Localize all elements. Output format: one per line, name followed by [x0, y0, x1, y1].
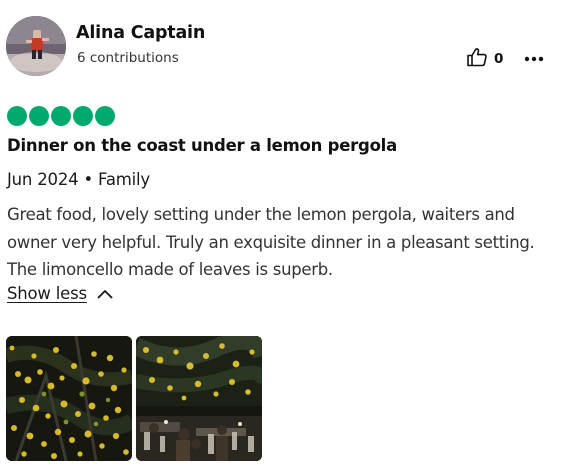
more-options-button[interactable] [523, 47, 545, 65]
thumbs-up-icon [466, 47, 488, 71]
rating-bubble-filled [95, 106, 115, 126]
more-options-icon [524, 47, 544, 66]
review-photo-lemon-pergola[interactable] [6, 336, 132, 461]
review-title: Dinner on the coast under a lemon pergol… [7, 136, 397, 155]
show-less-button[interactable]: Show less [7, 284, 113, 303]
avatar[interactable] [6, 16, 66, 76]
rating-bubbles [7, 106, 115, 126]
helpful-vote-button[interactable]: 0 [466, 47, 503, 71]
review-card: Alina Captain 6 contributions 0 Dinner o… [0, 0, 566, 465]
rating-bubble-filled [51, 106, 71, 126]
lemon-pergola-photo [6, 336, 132, 461]
show-less-label: Show less [7, 284, 87, 303]
contributions-count: 6 contributions [77, 50, 179, 66]
restaurant-dining-photo [136, 336, 262, 461]
rating-bubble-filled [29, 106, 49, 126]
reviewer-name[interactable]: Alina Captain [76, 23, 205, 43]
avatar-photo [6, 16, 66, 76]
chevron-up-icon [97, 284, 113, 303]
helpful-count: 0 [494, 51, 504, 67]
review-body: Great food, lovely setting under the lem… [7, 205, 535, 279]
rating-bubble-filled [7, 106, 27, 126]
review-photo-restaurant-dining[interactable] [136, 336, 262, 461]
review-meta: Jun 2024 • Family [7, 170, 150, 189]
rating-bubble-filled [73, 106, 93, 126]
